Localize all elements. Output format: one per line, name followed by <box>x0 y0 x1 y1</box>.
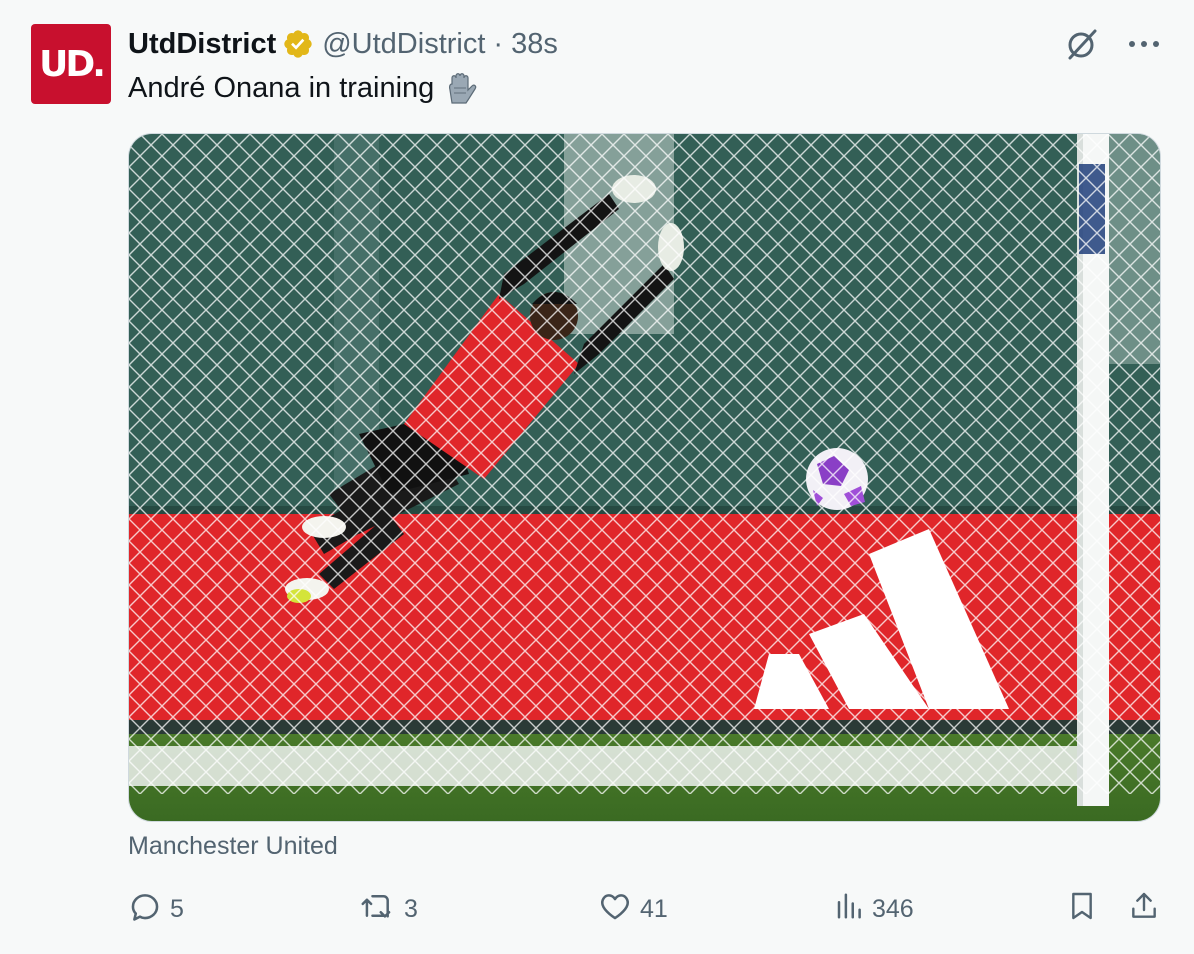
reply-count: 5 <box>170 894 184 923</box>
repost-count: 3 <box>404 894 418 923</box>
top-actions <box>1064 26 1160 62</box>
tweet-actions: 5 3 41 346 <box>128 888 1162 930</box>
photo-source-label[interactable]: Manchester United <box>128 832 338 861</box>
share-button[interactable] <box>1128 888 1160 930</box>
views-count: 346 <box>872 894 914 923</box>
views-icon <box>834 891 864 928</box>
repost-icon <box>360 889 396 930</box>
tweet-text-row: André Onana in training <box>128 70 478 106</box>
views-button[interactable]: 346 <box>834 888 914 930</box>
share-icon <box>1128 889 1160 930</box>
verified-badge-icon[interactable] <box>282 28 314 60</box>
separator-dot: · <box>493 27 504 60</box>
tweet-text: André Onana in training <box>128 71 435 104</box>
goalkeeper-glove-emoji <box>442 70 478 106</box>
user-handle[interactable]: @UtdDistrict <box>322 28 485 61</box>
grok-icon[interactable] <box>1064 26 1100 62</box>
tweet-header: UtdDistrict @UtdDistrict · 38s <box>128 26 558 62</box>
repost-button[interactable]: 3 <box>360 888 418 930</box>
like-count: 41 <box>640 894 668 923</box>
heart-icon <box>598 889 632 930</box>
display-name[interactable]: UtdDistrict <box>128 28 276 61</box>
more-icon[interactable] <box>1128 38 1160 50</box>
avatar[interactable]: UD. <box>31 24 111 104</box>
bookmark-icon <box>1066 889 1098 930</box>
reply-icon <box>128 889 162 930</box>
like-button[interactable]: 41 <box>598 888 668 930</box>
timestamp[interactable]: 38s <box>511 28 558 61</box>
tweet-photo[interactable] <box>128 133 1161 822</box>
reply-button[interactable]: 5 <box>128 888 184 930</box>
bookmark-button[interactable] <box>1066 888 1098 930</box>
tweet[interactable]: UD. UtdDistrict @UtdDistrict · 38s André… <box>0 0 1194 954</box>
avatar-logo-text: UD. <box>39 43 106 85</box>
